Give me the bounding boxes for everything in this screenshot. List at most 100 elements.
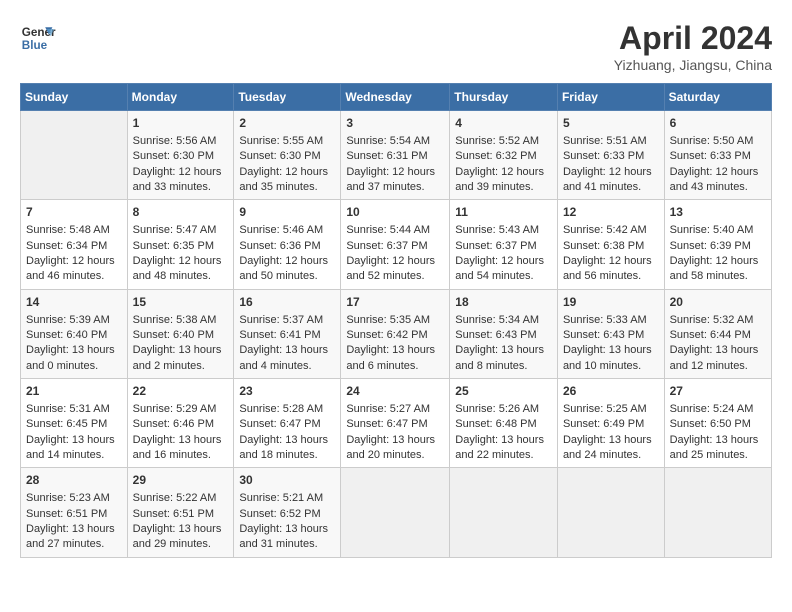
daylight: Daylight: 13 hours and 12 minutes. [670,344,759,371]
day-number: 1 [133,115,229,132]
sunrise: Sunrise: 5:48 AM [26,224,110,236]
header-day-sunday: Sunday [21,84,128,111]
sunset: Sunset: 6:51 PM [133,508,214,520]
calendar-cell: 30 Sunrise: 5:21 AM Sunset: 6:52 PM Dayl… [234,468,341,557]
header-row: SundayMondayTuesdayWednesdayThursdayFrid… [21,84,772,111]
sunrise: Sunrise: 5:42 AM [563,224,647,236]
daylight: Daylight: 12 hours and 37 minutes. [346,166,435,193]
daylight: Daylight: 12 hours and 52 minutes. [346,255,435,282]
sunrise: Sunrise: 5:56 AM [133,135,217,147]
sunrise: Sunrise: 5:55 AM [239,135,323,147]
sunrise: Sunrise: 5:25 AM [563,403,647,415]
sunset: Sunset: 6:33 PM [563,150,644,162]
sunset: Sunset: 6:43 PM [455,329,536,341]
daylight: Daylight: 13 hours and 27 minutes. [26,523,115,550]
daylight: Daylight: 12 hours and 50 minutes. [239,255,328,282]
day-number: 8 [133,204,229,221]
daylight: Daylight: 12 hours and 39 minutes. [455,166,544,193]
sunrise: Sunrise: 5:34 AM [455,314,539,326]
calendar-cell: 10 Sunrise: 5:44 AM Sunset: 6:37 PM Dayl… [341,200,450,289]
header-day-wednesday: Wednesday [341,84,450,111]
day-number: 27 [670,383,766,400]
sunrise: Sunrise: 5:33 AM [563,314,647,326]
sunset: Sunset: 6:44 PM [670,329,751,341]
title-area: April 2024 Yizhuang, Jiangsu, China [614,20,772,73]
header-day-tuesday: Tuesday [234,84,341,111]
calendar-body: 1 Sunrise: 5:56 AM Sunset: 6:30 PM Dayli… [21,111,772,558]
sunrise: Sunrise: 5:52 AM [455,135,539,147]
day-number: 13 [670,204,766,221]
calendar-cell: 28 Sunrise: 5:23 AM Sunset: 6:51 PM Dayl… [21,468,128,557]
calendar-cell: 13 Sunrise: 5:40 AM Sunset: 6:39 PM Dayl… [664,200,771,289]
calendar-cell: 4 Sunrise: 5:52 AM Sunset: 6:32 PM Dayli… [450,111,558,200]
day-number: 15 [133,294,229,311]
daylight: Daylight: 12 hours and 48 minutes. [133,255,222,282]
sunrise: Sunrise: 5:44 AM [346,224,430,236]
sunrise: Sunrise: 5:51 AM [563,135,647,147]
sunset: Sunset: 6:46 PM [133,418,214,430]
logo-icon: General Blue [20,20,56,56]
sunrise: Sunrise: 5:54 AM [346,135,430,147]
day-number: 21 [26,383,122,400]
daylight: Daylight: 13 hours and 29 minutes. [133,523,222,550]
day-number: 28 [26,472,122,489]
calendar-cell: 7 Sunrise: 5:48 AM Sunset: 6:34 PM Dayli… [21,200,128,289]
sunrise: Sunrise: 5:29 AM [133,403,217,415]
sunset: Sunset: 6:35 PM [133,240,214,252]
week-row-1: 7 Sunrise: 5:48 AM Sunset: 6:34 PM Dayli… [21,200,772,289]
day-number: 17 [346,294,444,311]
sunrise: Sunrise: 5:39 AM [26,314,110,326]
calendar-cell: 20 Sunrise: 5:32 AM Sunset: 6:44 PM Dayl… [664,289,771,378]
calendar-cell: 5 Sunrise: 5:51 AM Sunset: 6:33 PM Dayli… [557,111,664,200]
calendar-cell [21,111,128,200]
sunrise: Sunrise: 5:47 AM [133,224,217,236]
day-number: 20 [670,294,766,311]
sunset: Sunset: 6:42 PM [346,329,427,341]
daylight: Daylight: 13 hours and 14 minutes. [26,434,115,461]
calendar-cell: 1 Sunrise: 5:56 AM Sunset: 6:30 PM Dayli… [127,111,234,200]
day-number: 23 [239,383,335,400]
day-number: 9 [239,204,335,221]
sunrise: Sunrise: 5:50 AM [670,135,754,147]
calendar-cell: 9 Sunrise: 5:46 AM Sunset: 6:36 PM Dayli… [234,200,341,289]
sunset: Sunset: 6:34 PM [26,240,107,252]
sunset: Sunset: 6:36 PM [239,240,320,252]
calendar-cell: 25 Sunrise: 5:26 AM Sunset: 6:48 PM Dayl… [450,379,558,468]
calendar-cell: 23 Sunrise: 5:28 AM Sunset: 6:47 PM Dayl… [234,379,341,468]
week-row-4: 28 Sunrise: 5:23 AM Sunset: 6:51 PM Dayl… [21,468,772,557]
daylight: Daylight: 12 hours and 41 minutes. [563,166,652,193]
calendar-cell: 12 Sunrise: 5:42 AM Sunset: 6:38 PM Dayl… [557,200,664,289]
sunset: Sunset: 6:43 PM [563,329,644,341]
page-header: General Blue April 2024 Yizhuang, Jiangs… [20,20,772,73]
sunrise: Sunrise: 5:32 AM [670,314,754,326]
sunset: Sunset: 6:48 PM [455,418,536,430]
daylight: Daylight: 13 hours and 10 minutes. [563,344,652,371]
daylight: Daylight: 13 hours and 2 minutes. [133,344,222,371]
daylight: Daylight: 13 hours and 20 minutes. [346,434,435,461]
day-number: 22 [133,383,229,400]
day-number: 10 [346,204,444,221]
sunset: Sunset: 6:47 PM [346,418,427,430]
sunrise: Sunrise: 5:21 AM [239,492,323,504]
sunset: Sunset: 6:51 PM [26,508,107,520]
daylight: Daylight: 13 hours and 6 minutes. [346,344,435,371]
day-number: 18 [455,294,552,311]
daylight: Daylight: 13 hours and 0 minutes. [26,344,115,371]
sunset: Sunset: 6:45 PM [26,418,107,430]
calendar-cell: 22 Sunrise: 5:29 AM Sunset: 6:46 PM Dayl… [127,379,234,468]
calendar-cell [664,468,771,557]
sunrise: Sunrise: 5:24 AM [670,403,754,415]
week-row-3: 21 Sunrise: 5:31 AM Sunset: 6:45 PM Dayl… [21,379,772,468]
calendar-table: SundayMondayTuesdayWednesdayThursdayFrid… [20,83,772,558]
calendar-cell: 2 Sunrise: 5:55 AM Sunset: 6:30 PM Dayli… [234,111,341,200]
daylight: Daylight: 12 hours and 35 minutes. [239,166,328,193]
calendar-cell: 18 Sunrise: 5:34 AM Sunset: 6:43 PM Dayl… [450,289,558,378]
day-number: 26 [563,383,659,400]
header-day-thursday: Thursday [450,84,558,111]
calendar-cell [341,468,450,557]
header-day-monday: Monday [127,84,234,111]
sunrise: Sunrise: 5:27 AM [346,403,430,415]
sunset: Sunset: 6:31 PM [346,150,427,162]
calendar-cell: 19 Sunrise: 5:33 AM Sunset: 6:43 PM Dayl… [557,289,664,378]
daylight: Daylight: 13 hours and 18 minutes. [239,434,328,461]
